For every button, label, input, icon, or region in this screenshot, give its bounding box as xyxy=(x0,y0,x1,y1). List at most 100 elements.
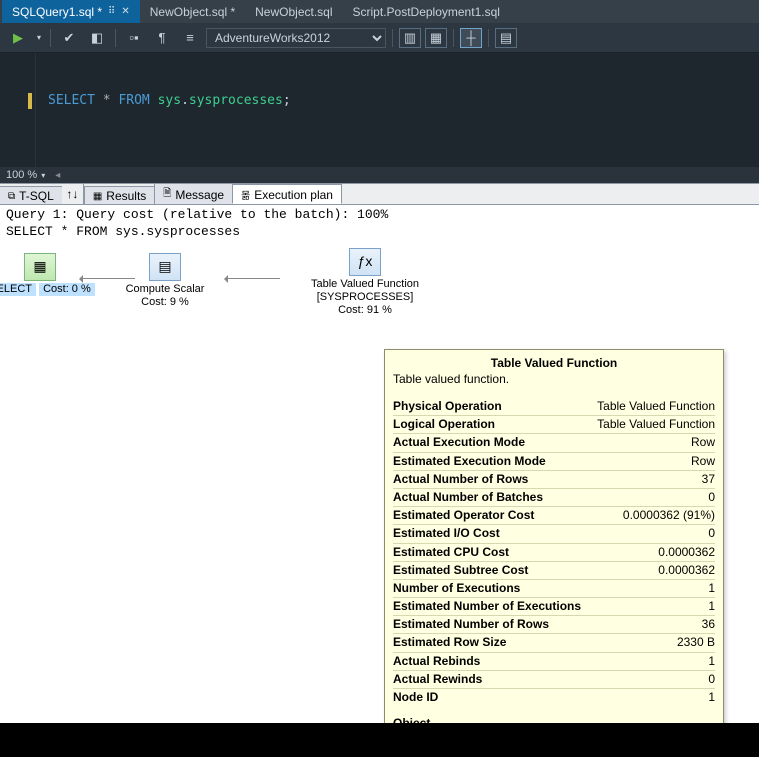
plan-node-cost: Cost: 0 % xyxy=(39,283,95,296)
tooltip-row-value: 0 xyxy=(708,671,715,687)
new-query-button[interactable]: ◧ xyxy=(85,27,109,49)
database-select[interactable]: AdventureWorks2012 xyxy=(206,28,386,48)
tooltip-row-key: Estimated Number of Rows xyxy=(393,616,549,632)
tooltip-row-value: 0 xyxy=(708,525,715,541)
tooltip-row-value: 0.0000362 xyxy=(658,544,715,560)
tooltip-row-key: Actual Rewinds xyxy=(393,671,482,687)
view-table-button[interactable]: ▦ xyxy=(425,28,447,48)
separator xyxy=(453,29,454,47)
scroll-left-icon[interactable]: ◂ xyxy=(51,170,64,181)
plan-node-cost: Cost: 91 % xyxy=(338,304,392,317)
tab-message[interactable]: 🗎 Message xyxy=(154,183,233,204)
tooltip-row-key: Logical Operation xyxy=(393,416,495,432)
tooltip-row: Logical Operation Table Valued Function xyxy=(393,416,715,434)
code-text[interactable]: SELECT * FROM sys.sysprocesses; xyxy=(36,53,759,183)
tooltip-row: Estimated Execution Mode Row xyxy=(393,453,715,471)
tooltip-row-value: 1 xyxy=(708,689,715,705)
execute-dropdown[interactable]: ▾ xyxy=(34,27,44,49)
tooltip-row-value: 36 xyxy=(702,616,715,632)
separator xyxy=(392,29,393,47)
execute-button[interactable]: ▶ xyxy=(6,27,30,49)
tooltip-row-key: Actual Number of Batches xyxy=(393,489,543,505)
plan-node-label: Compute Scalar xyxy=(90,283,240,296)
tooltip-row-key: Actual Rebinds xyxy=(393,653,480,669)
select-icon: ▦ xyxy=(24,253,56,281)
sql-editor[interactable]: SELECT * FROM sys.sysprocesses; 100 % ▾ … xyxy=(0,53,759,183)
separator xyxy=(50,29,51,47)
plan-node-compute-scalar[interactable]: ▤ Compute Scalar Cost: 9 % xyxy=(90,253,240,309)
tooltip-row-key: Estimated Row Size xyxy=(393,634,506,650)
tooltip-row-value: Row xyxy=(691,434,715,450)
tooltip-row-value: Row xyxy=(691,453,715,469)
check-syntax-button[interactable]: ✔ xyxy=(57,27,81,49)
tooltip-row-value: 0.0000362 xyxy=(658,562,715,578)
tooltip-row: Estimated Row Size 2330 B xyxy=(393,634,715,652)
tooltip-row: Estimated Operator Cost0.0000362 (91%) xyxy=(393,507,715,525)
view-plan-button[interactable]: ┼ xyxy=(460,28,482,48)
grid-icon: ▦ xyxy=(93,191,102,202)
cursor-mark-icon xyxy=(28,93,32,109)
tooltip-row: Number of Executions1 xyxy=(393,580,715,598)
tooltip-description: Table valued function. xyxy=(393,372,715,386)
editor-status-strip: 100 % ▾ ◂ xyxy=(0,167,759,183)
tooltip-row-key: Physical Operation xyxy=(393,398,502,414)
document-tab-strip: SQLQuery1.sql * ⠿ ✕ NewObject.sql * NewO… xyxy=(0,0,759,23)
tab-results[interactable]: ▦ Results xyxy=(84,186,155,204)
close-icon[interactable]: ✕ xyxy=(121,6,129,17)
plan-canvas[interactable]: ▦ SELECT Cost: 0 % ▤ Compute Scalar Cost… xyxy=(0,243,759,343)
tooltip-row-key: Number of Executions xyxy=(393,580,520,596)
tooltip-row-value: 1 xyxy=(708,653,715,669)
tooltip-row-value: Table Valued Function xyxy=(597,416,715,432)
tooltip-row: Estimated CPU Cost0.0000362 xyxy=(393,544,715,562)
file-tab-active[interactable]: SQLQuery1.sql * ⠿ ✕ xyxy=(2,0,140,23)
tooltip-row-key: Node ID xyxy=(393,689,438,705)
toggle-button-2[interactable]: ¶ xyxy=(150,27,174,49)
file-tab-label: SQLQuery1.sql * xyxy=(12,5,102,19)
separator xyxy=(115,29,116,47)
zoom-indicator[interactable]: 100 % ▾ xyxy=(0,169,51,181)
plan-header: Query 1: Query cost (relative to the bat… xyxy=(0,205,759,243)
swap-panes-button[interactable]: ↑↓ xyxy=(62,184,84,204)
tooltip-title: Table Valued Function xyxy=(393,356,715,370)
tooltip-row-key: Estimated Subtree Cost xyxy=(393,562,528,578)
tooltip-row-value: 1 xyxy=(708,598,715,614)
file-tab-label: NewObject.sql xyxy=(255,5,332,19)
plan-node-label: SELECT xyxy=(0,283,36,296)
plan-icon: 몲 xyxy=(241,187,250,202)
pin-icon[interactable]: ⠿ xyxy=(108,6,115,17)
plan-node-sub: [SYSPROCESSES] xyxy=(280,291,450,304)
file-tab[interactable]: Script.PostDeployment1.sql xyxy=(343,0,510,23)
tooltip-row-key: Estimated Number of Executions xyxy=(393,598,581,614)
view-other-button[interactable]: ▤ xyxy=(495,28,517,48)
tooltip-row: Actual Execution Mode Row xyxy=(393,434,715,452)
toggle-button-1[interactable]: ▫▪ xyxy=(122,27,146,49)
tooltip-row: Estimated Number of Executions 1 xyxy=(393,598,715,616)
tooltip-row: Node ID 1 xyxy=(393,689,715,706)
tooltip-row-key: Estimated I/O Cost xyxy=(393,525,500,541)
sql-toolbar: ▶ ▾ ✔ ◧ ▫▪ ¶ ≡ AdventureWorks2012 ▥ ▦ ┼ … xyxy=(0,23,759,53)
execution-plan-panel: Query 1: Query cost (relative to the bat… xyxy=(0,205,759,757)
plan-node-tvf[interactable]: ƒx Table Valued Function [SYSPROCESSES] … xyxy=(280,248,450,318)
tooltip-row: Estimated Number of Rows 36 xyxy=(393,616,715,634)
file-tab-label: NewObject.sql * xyxy=(150,5,235,19)
tooltip-row-value: 2330 B xyxy=(677,634,715,650)
tab-tsql[interactable]: ⧉ T-SQL xyxy=(0,186,63,204)
tooltip-row-key: Estimated Execution Mode xyxy=(393,453,546,469)
page-icon: 🗎 xyxy=(163,186,171,203)
compute-scalar-icon: ▤ xyxy=(149,253,181,281)
file-tab[interactable]: NewObject.sql * xyxy=(140,0,245,23)
file-tab[interactable]: NewObject.sql xyxy=(245,0,342,23)
operator-tooltip: Table Valued Function Table valued funct… xyxy=(384,349,724,756)
tooltip-row-value: 0 xyxy=(708,489,715,505)
results-tab-strip: ⧉ T-SQL ↑↓ ▦ Results 🗎 Message 몲 Executi… xyxy=(0,183,759,205)
tooltip-row: Actual Rewinds 0 xyxy=(393,671,715,689)
tooltip-row: Actual Number of Rows37 xyxy=(393,471,715,489)
tsql-icon: ⧉ xyxy=(8,191,15,202)
plan-node-cost: Cost: 9 % xyxy=(90,296,240,309)
chevron-down-icon: ▾ xyxy=(41,171,45,180)
tooltip-row-key: Actual Execution Mode xyxy=(393,434,525,450)
toggle-button-3[interactable]: ≡ xyxy=(178,27,202,49)
view-grid-button[interactable]: ▥ xyxy=(399,28,421,48)
tooltip-row: Estimated I/O Cost 0 xyxy=(393,525,715,543)
tab-execution-plan[interactable]: 몲 Execution plan xyxy=(232,184,342,204)
